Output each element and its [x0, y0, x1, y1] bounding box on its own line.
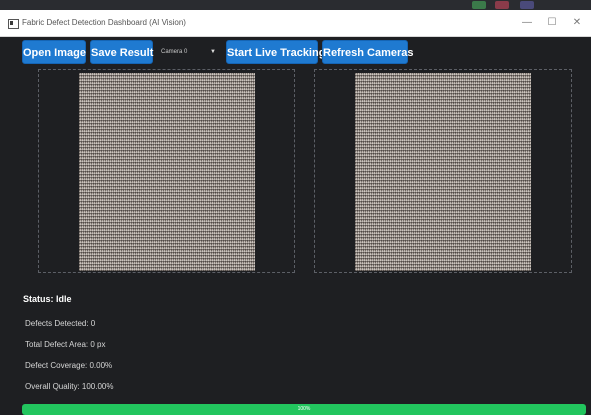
result-image-panel	[314, 69, 572, 273]
quality-progress-bar: 100%	[22, 404, 586, 415]
save-result-button[interactable]: Save Result	[90, 40, 153, 64]
camera-select[interactable]: Camera 0 ▼	[157, 44, 221, 60]
original-image-panel	[38, 69, 295, 273]
toolbar: Open Image Save Result Camera 0 ▼ Start …	[0, 40, 591, 66]
progress-label: 100%	[297, 406, 311, 412]
start-live-tracking-button[interactable]: Start Live Tracking	[226, 40, 325, 64]
chevron-down-icon: ▼	[210, 49, 216, 55]
defects-detected-label: Defects Detected: 0	[25, 319, 96, 328]
camera-select-value: Camera 0	[161, 49, 188, 55]
total-defect-area-label: Total Defect Area: 0 px	[25, 340, 106, 349]
result-fabric-image	[355, 73, 531, 271]
minimize-button[interactable]: —	[513, 14, 541, 32]
open-image-button[interactable]: Open Image	[22, 40, 86, 64]
app-icon	[8, 19, 19, 29]
top-strip-blip	[495, 1, 509, 9]
main-content: Open Image Save Result Camera 0 ▼ Start …	[0, 37, 591, 415]
window-title: Fabric Defect Detection Dashboard (AI Vi…	[22, 18, 186, 27]
status-label: Status: Idle	[23, 294, 72, 304]
defect-coverage-label: Defect Coverage: 0.00%	[25, 361, 113, 370]
original-fabric-image	[79, 73, 255, 271]
top-strip	[0, 0, 591, 10]
refresh-cameras-button[interactable]: Refresh Cameras	[322, 40, 414, 64]
maximize-button[interactable]: ☐	[538, 14, 566, 32]
top-strip-blip	[520, 1, 534, 9]
overall-quality-label: Overall Quality: 100.00%	[25, 382, 114, 391]
title-bar[interactable]: Fabric Defect Detection Dashboard (AI Vi…	[0, 10, 591, 37]
top-strip-blip	[472, 1, 486, 9]
close-button[interactable]: ✕	[563, 14, 591, 32]
